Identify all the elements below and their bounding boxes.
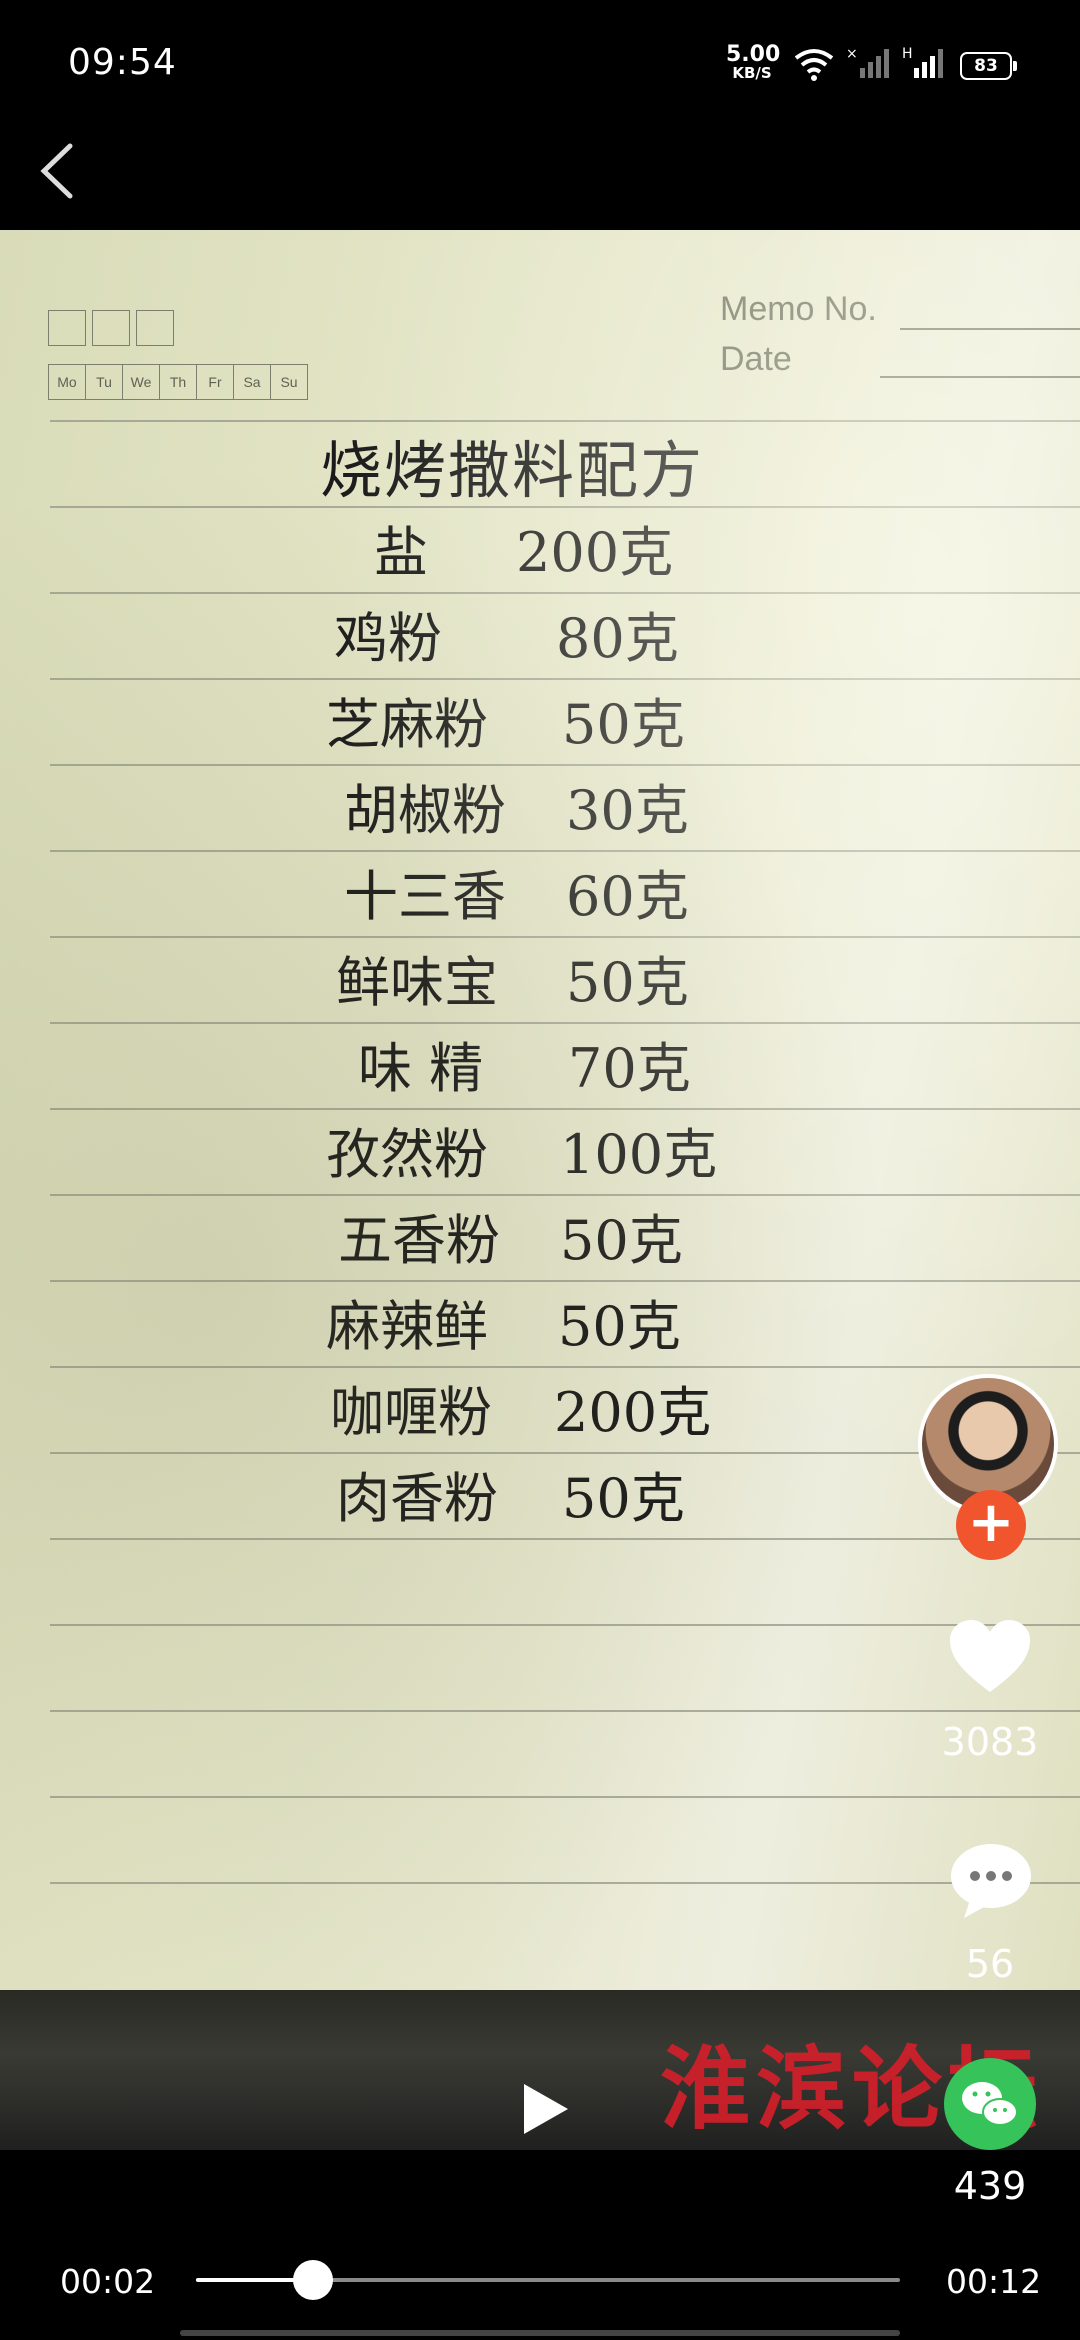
share-count: 439	[953, 2164, 1027, 2208]
weekday-su: Su	[280, 374, 298, 390]
ruled-line	[50, 592, 1080, 594]
network-speed-value: 5.00	[726, 42, 781, 67]
ingredient-amount: 200克	[554, 1381, 712, 1444]
ruled-line	[50, 1366, 1080, 1368]
date-line	[880, 376, 1080, 378]
comment-count: 56	[965, 1942, 1015, 1986]
recipe-row: 鸡粉 80克	[334, 594, 679, 673]
network-speed: 5.00 KB/S	[726, 42, 781, 82]
recipe-title: 烧烤撒料配方	[320, 434, 705, 507]
battery-indicator: 83	[960, 52, 1017, 80]
ingredient-name: 鲜味宝	[336, 951, 498, 1014]
recipe-row: 咖喱粉 200克	[330, 1368, 711, 1447]
ruled-line	[50, 936, 1080, 938]
wifi-icon	[794, 49, 834, 81]
heart-icon[interactable]	[950, 1620, 1030, 1694]
memo-number-line	[900, 328, 1080, 330]
ingredient-amount: 100克	[560, 1123, 718, 1186]
weekday-boxes: Mo Tu We Th Fr Sa Su	[48, 364, 308, 400]
weekday-sa: Sa	[234, 365, 271, 399]
ruled-line	[50, 1882, 1080, 1884]
ingredient-name: 孜然粉	[326, 1123, 488, 1186]
ruled-line	[50, 1538, 1080, 1540]
notebook-page: Mo Tu We Th Fr Sa Su Memo No. Date 烧烤撒料配…	[0, 230, 1080, 1990]
total-time: 00:12	[946, 2262, 1042, 2301]
ingredient-amount: 60克	[566, 865, 689, 928]
ruled-line	[50, 1108, 1080, 1110]
progress-thumb[interactable]	[292, 2260, 333, 2300]
date-label: Date	[720, 340, 792, 378]
wechat-share-icon[interactable]	[944, 2058, 1036, 2150]
recipe-row: 肉香粉 50克	[336, 1454, 685, 1533]
ingredient-amount: 50克	[566, 951, 689, 1014]
ruled-line	[50, 1194, 1080, 1196]
recipe-row: 麻辣鲜 50克	[326, 1282, 681, 1361]
weekday-tu: Tu	[86, 365, 123, 399]
ingredient-name: 鸡粉	[334, 607, 442, 670]
weekday-mo: Mo	[49, 365, 86, 399]
ingredient-amount: 70克	[568, 1037, 691, 1100]
weekday-we: We	[123, 365, 160, 399]
recipe-row: 盐 200克	[374, 508, 673, 587]
weather-icons	[48, 310, 180, 350]
ingredient-name: 五香粉	[338, 1209, 500, 1272]
ingredient-name: 盐	[374, 521, 428, 584]
ruled-line	[50, 764, 1080, 766]
comment-icon[interactable]	[950, 1842, 1032, 1920]
ingredient-amount: 50克	[562, 693, 685, 756]
ingredient-name: 肉香粉	[336, 1467, 498, 1530]
ingredient-name: 咖喱粉	[330, 1381, 492, 1444]
signal-2-icon: H	[902, 46, 943, 78]
status-bar: 09:54 5.00 KB/S × H 83	[0, 0, 1080, 130]
svg-text:×: ×	[846, 46, 858, 62]
recipe-row: 孜然粉 100克	[326, 1110, 717, 1189]
ingredient-name: 胡椒粉	[344, 779, 506, 842]
ingredient-amount: 30克	[566, 779, 689, 842]
ingredient-amount: 200克	[516, 521, 674, 584]
ingredient-amount: 50克	[560, 1209, 683, 1272]
weekday-th: Th	[160, 365, 197, 399]
ingredient-name: 味 精	[358, 1037, 484, 1100]
current-time: 00:02	[60, 2262, 156, 2301]
recipe-row: 鲜味宝 50克	[336, 938, 689, 1017]
ruled-line	[50, 420, 1080, 422]
weekday-fr: Fr	[197, 365, 234, 399]
like-count: 3083	[941, 1720, 1039, 1764]
ingredient-name: 十三香	[344, 865, 506, 928]
status-time: 09:54	[68, 42, 177, 83]
recipe-row: 味 精 70克	[358, 1024, 691, 1103]
ruled-line	[50, 1022, 1080, 1024]
ingredient-amount: 50克	[558, 1295, 681, 1358]
svg-text:H: H	[902, 46, 913, 62]
ruled-line	[50, 1796, 1080, 1798]
ingredient-name: 麻辣鲜	[326, 1295, 488, 1358]
network-speed-unit: KB/S	[732, 64, 772, 82]
play-icon[interactable]	[520, 2080, 572, 2138]
ingredient-amount: 80克	[556, 607, 679, 670]
recipe-row: 五香粉 50克	[338, 1196, 683, 1275]
ruled-line	[50, 1710, 1080, 1712]
ruled-line	[50, 850, 1080, 852]
ruled-line	[50, 506, 1080, 508]
ruled-line	[50, 1280, 1080, 1282]
back-icon[interactable]	[30, 138, 90, 204]
ingredient-name: 芝麻粉	[326, 693, 488, 756]
memo-number-label: Memo No.	[720, 290, 877, 328]
ruled-line	[50, 1624, 1080, 1626]
signal-1-icon: ×	[846, 46, 889, 78]
ruled-line	[50, 678, 1080, 680]
recipe-row: 芝麻粉 50克	[326, 680, 685, 759]
recipe-row: 胡椒粉 30克	[344, 766, 689, 845]
recipe-row: 十三香 60克	[344, 852, 689, 931]
follow-button[interactable]: +	[956, 1490, 1026, 1560]
home-indicator	[180, 2330, 900, 2336]
progress-bar[interactable]	[196, 2260, 900, 2300]
video-player[interactable]: Mo Tu We Th Fr Sa Su Memo No. Date 烧烤撒料配…	[0, 230, 1080, 2150]
ingredient-amount: 50克	[562, 1467, 685, 1530]
